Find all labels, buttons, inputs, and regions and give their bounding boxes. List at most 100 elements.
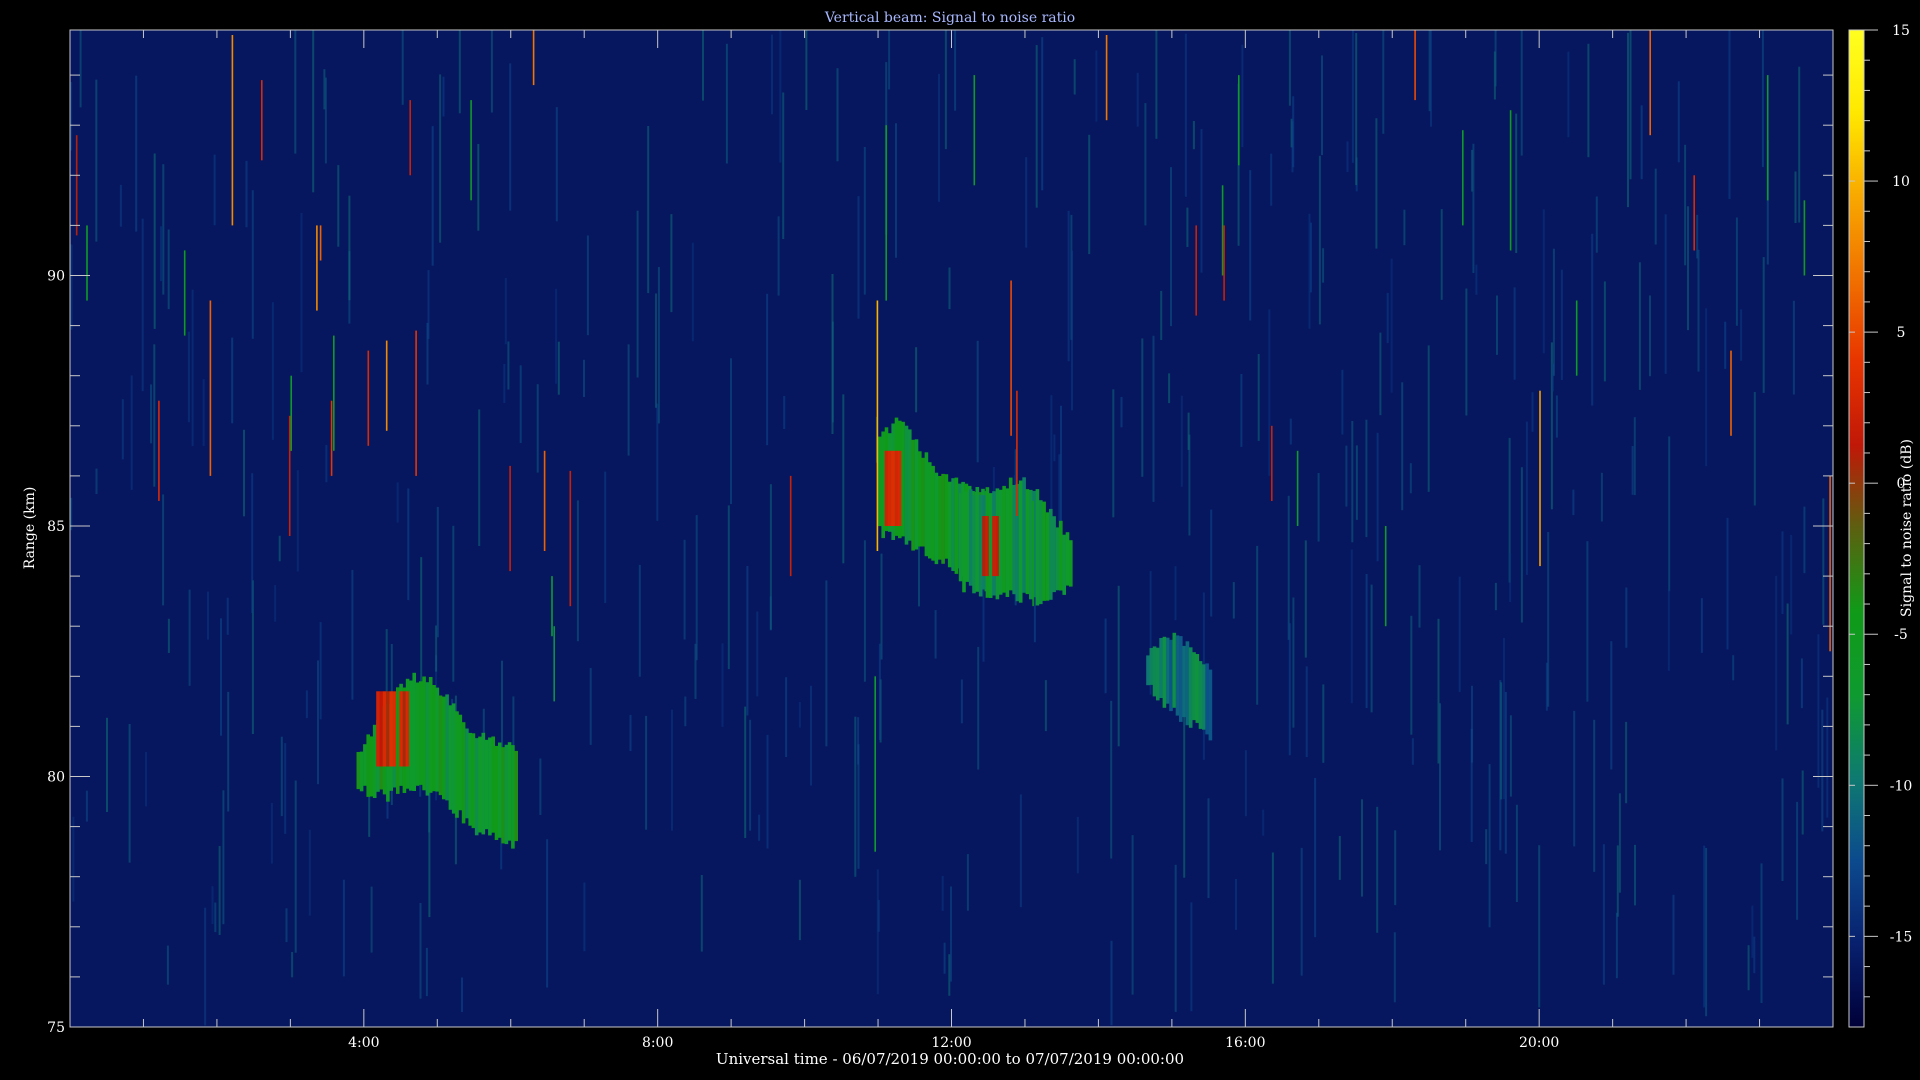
- noise-column: [857, 196, 860, 319]
- noise-column: [1705, 308, 1708, 467]
- noise-column: [1633, 417, 1636, 496]
- noise-column: [121, 399, 124, 460]
- noise-column: [1341, 369, 1344, 435]
- echo-core-column: [992, 516, 996, 577]
- noise-column: [1365, 574, 1368, 708]
- noise-column: [1071, 250, 1073, 411]
- noise-column: [1370, 584, 1373, 713]
- noise-column: [1428, 30, 1431, 112]
- noise-column: [218, 846, 221, 935]
- noise-column: [270, 802, 273, 864]
- noise-column: [777, 216, 780, 296]
- echo-column: [491, 736, 495, 833]
- noise-column: [645, 715, 648, 830]
- colorbar-tick-label: -15: [1890, 929, 1913, 945]
- noise-column: [1120, 397, 1123, 428]
- noise-column: [95, 468, 98, 494]
- noise-column: [222, 790, 225, 925]
- echo-streak: [1223, 225, 1225, 301]
- noise-column: [1411, 738, 1414, 765]
- echo-streak: [1575, 300, 1578, 376]
- echo-column: [428, 677, 433, 793]
- noise-column: [1572, 489, 1575, 516]
- noise-column: [934, 610, 937, 659]
- noise-column: [128, 724, 131, 863]
- echo-core-column: [884, 450, 889, 526]
- noise-column: [805, 30, 808, 110]
- noise-column: [442, 76, 445, 117]
- noise-column: [1826, 697, 1829, 818]
- noise-column: [1355, 445, 1358, 520]
- echo-column: [432, 685, 436, 792]
- echo-core-column: [995, 516, 1000, 577]
- echo-column: [511, 745, 515, 849]
- echo-column: [442, 696, 446, 800]
- noise-column: [1262, 809, 1265, 836]
- noise-column: [213, 154, 216, 226]
- noise-column: [1345, 445, 1348, 507]
- noise-column: [280, 736, 283, 817]
- echo-streak: [1539, 390, 1541, 567]
- noise-column: [1488, 764, 1491, 928]
- noise-column: [702, 30, 704, 101]
- noise-column: [727, 505, 730, 670]
- noise-column: [214, 902, 217, 933]
- echo-column: [954, 477, 959, 574]
- noise-column: [1796, 801, 1799, 920]
- echo-column: [914, 439, 919, 550]
- noise-column: [1170, 167, 1172, 327]
- noise-column: [150, 384, 152, 444]
- noise-column: [725, 43, 728, 164]
- y-tick-label: 85: [47, 519, 65, 535]
- echo-column: [1175, 635, 1180, 716]
- noise-column: [1376, 806, 1379, 933]
- noise-column: [251, 190, 254, 339]
- noise-column: [1200, 129, 1203, 273]
- echo-column: [1159, 638, 1163, 698]
- y-tick-label: 80: [47, 769, 65, 785]
- noise-column: [1618, 793, 1621, 893]
- noise-column: [877, 900, 880, 932]
- echo-streak: [885, 125, 887, 301]
- echo-column: [1152, 646, 1157, 697]
- noise-column: [1437, 618, 1440, 764]
- echo-column: [425, 682, 430, 796]
- echo-core-column: [382, 691, 387, 767]
- noise-column: [938, 73, 940, 202]
- echo-streak: [1730, 350, 1732, 436]
- noise-column: [1268, 309, 1271, 476]
- noise-column: [1672, 894, 1675, 975]
- noise-column: [1629, 30, 1632, 180]
- echo-column: [1162, 636, 1167, 708]
- noise-column: [1141, 338, 1144, 477]
- noise-column: [1168, 373, 1171, 404]
- noise-column: [1794, 171, 1797, 223]
- noise-column: [1567, 51, 1570, 138]
- noise-column: [296, 470, 299, 572]
- noise-column: [1317, 473, 1320, 542]
- echo-column: [924, 452, 929, 557]
- noise-column: [977, 646, 980, 770]
- echo-column: [918, 451, 922, 547]
- noise-column: [245, 160, 248, 228]
- noise-column: [294, 780, 297, 953]
- noise-column: [721, 643, 724, 727]
- echo-streak: [1509, 110, 1512, 251]
- noise-column: [1465, 288, 1468, 416]
- noise-column: [1410, 615, 1413, 735]
- noise-column: [1547, 532, 1550, 707]
- noise-column: [278, 535, 281, 562]
- noise-column: [1573, 710, 1576, 847]
- noise-column: [769, 484, 772, 630]
- noise-column: [1677, 81, 1680, 163]
- echo-streak: [1462, 130, 1464, 226]
- noise-column: [730, 358, 732, 504]
- echo-column: [356, 752, 361, 790]
- noise-column: [555, 288, 558, 384]
- noise-column: [1300, 847, 1303, 976]
- echo-column: [494, 745, 499, 840]
- noise-column: [1322, 684, 1325, 763]
- noise-column: [1288, 30, 1291, 106]
- colorbar-label: Signal to noise ratio (dB): [1899, 439, 1915, 617]
- noise-column: [1728, 30, 1731, 200]
